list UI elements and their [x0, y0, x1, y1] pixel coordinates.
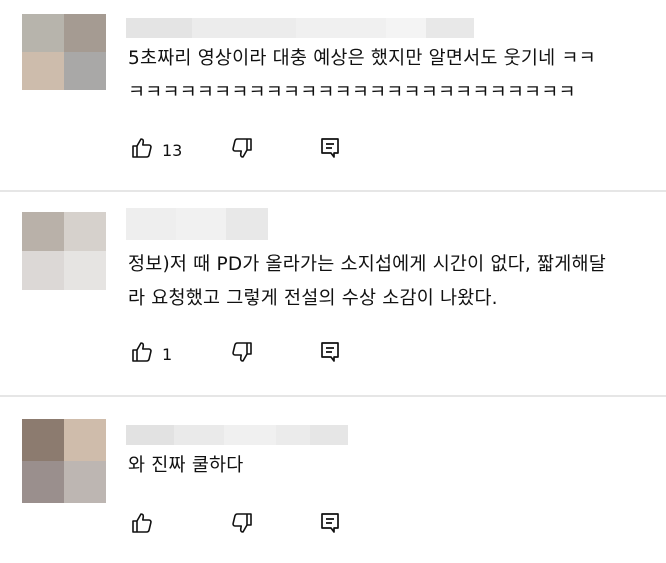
redaction-block — [126, 18, 192, 38]
avatar-tile — [64, 251, 106, 290]
avatar-tile — [64, 52, 106, 90]
reply-icon — [318, 136, 342, 164]
author-name-redacted[interactable] — [126, 425, 348, 445]
thumbs-up-icon — [130, 340, 154, 368]
comment-item: 정보)저 때 PD가 올라가는 소지섭에게 시간이 없다, 짧게해달 라 요청했… — [0, 192, 666, 396]
redaction-block — [176, 208, 226, 240]
redaction-block — [192, 18, 296, 38]
redaction-block — [224, 425, 276, 445]
comment-actions: 13 — [130, 136, 370, 164]
avatar-tile — [64, 14, 106, 52]
reply-button[interactable] — [318, 136, 342, 164]
avatar-tile — [22, 52, 64, 90]
redaction-block — [296, 18, 386, 38]
avatar-tile — [64, 461, 106, 503]
dislike-button[interactable] — [230, 340, 254, 368]
redaction-block — [226, 208, 268, 240]
comment-text: 정보)저 때 PD가 올라가는 소지섭에게 시간이 없다, 짧게해달 라 요청했… — [128, 254, 606, 309]
redaction-block — [426, 18, 474, 38]
reply-button[interactable] — [318, 511, 342, 539]
dislike-button[interactable] — [230, 511, 254, 539]
thumbs-down-icon — [230, 340, 254, 368]
author-name-redacted[interactable] — [126, 208, 268, 240]
avatar[interactable] — [22, 14, 106, 90]
redaction-block — [126, 208, 176, 240]
like-count: 1 — [162, 344, 173, 364]
avatar-tile — [22, 212, 64, 251]
like-count: 13 — [162, 140, 183, 160]
comment-item: 5초짜리 영상이라 대충 예상은 했지만 알면서도 웃기네 ㅋㅋ ㅋㅋㅋㅋㅋㅋㅋ… — [0, 0, 666, 192]
redaction-block — [174, 425, 224, 445]
avatar[interactable] — [22, 419, 106, 503]
avatar-tile — [22, 461, 64, 503]
avatar-tile — [64, 419, 106, 461]
reply-button[interactable] — [318, 340, 342, 368]
thumbs-up-icon — [130, 511, 154, 539]
reply-icon — [318, 340, 342, 368]
comment-actions: 1 — [130, 340, 370, 368]
dislike-button[interactable] — [230, 136, 254, 164]
avatar-tile — [22, 251, 64, 290]
comment-text: 와 진짜 쿨하다 — [128, 455, 244, 476]
like-button[interactable]: 13 — [130, 136, 182, 164]
avatar[interactable] — [22, 212, 106, 290]
redaction-block — [310, 425, 348, 445]
avatar-tile — [22, 419, 64, 461]
like-button[interactable] — [130, 511, 162, 539]
thumbs-up-icon — [130, 136, 154, 164]
thumbs-down-icon — [230, 511, 254, 539]
avatar-tile — [64, 212, 106, 251]
redaction-block — [126, 425, 174, 445]
comment-actions — [130, 511, 370, 539]
author-name-redacted[interactable] — [126, 18, 474, 38]
like-button[interactable]: 1 — [130, 340, 172, 368]
comment-item: 와 진짜 쿨하다 — [0, 397, 666, 563]
avatar-tile — [22, 14, 64, 52]
reply-icon — [318, 511, 342, 539]
redaction-block — [276, 425, 310, 445]
thumbs-down-icon — [230, 136, 254, 164]
comment-text: 5초짜리 영상이라 대충 예상은 했지만 알면서도 웃기네 ㅋㅋ ㅋㅋㅋㅋㅋㅋㅋ… — [128, 48, 596, 103]
redaction-block — [386, 18, 426, 38]
